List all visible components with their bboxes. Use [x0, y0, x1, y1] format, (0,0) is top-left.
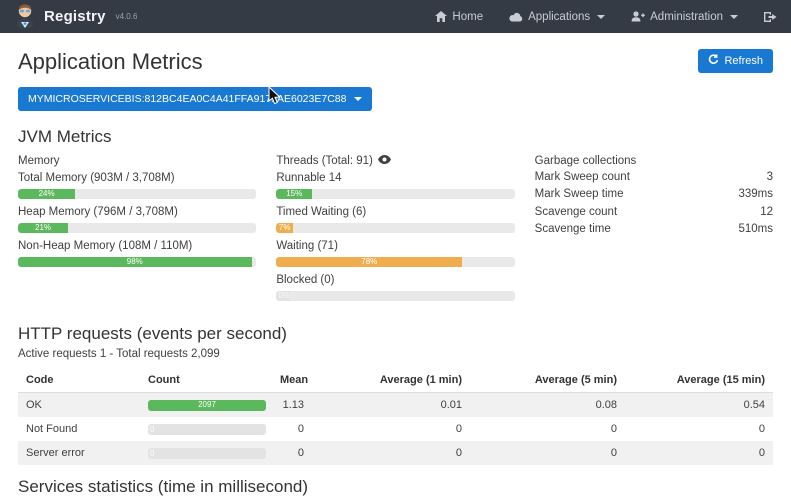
table-row-server-error: Server error 0 0 0 0 0 — [18, 441, 773, 465]
refresh-button[interactable]: Refresh — [698, 49, 773, 73]
col-header-count: Count — [140, 368, 272, 393]
col-header-avg15: Average (15 min) — [625, 368, 773, 393]
gc-row-mark-sweep-count: Mark Sweep count3 — [535, 169, 773, 186]
user-plus-icon — [631, 11, 645, 22]
col-header-mean: Mean — [272, 368, 312, 393]
metric-nonheap-memory: Non-Heap Memory (108M / 110M) 98% — [18, 240, 256, 267]
eye-icon[interactable] — [378, 155, 391, 167]
metric-total-memory: Total Memory (903M / 3,708M) 24% — [18, 172, 256, 199]
home-icon — [435, 11, 447, 22]
gc-row-scavenge-time: Scavenge time510ms — [535, 221, 773, 238]
chevron-down-icon — [354, 97, 362, 101]
page-title: Application Metrics — [18, 49, 203, 75]
runnable-progressbar: 15% — [276, 189, 514, 199]
app-version: v4.0.6 — [116, 12, 138, 21]
metric-waiting: Waiting (71) 78% — [276, 240, 514, 267]
jhipster-avatar-logo — [14, 2, 36, 31]
memory-column: Memory Total Memory (903M / 3,708M) 24% … — [18, 155, 256, 308]
http-requests-table: Code Count Mean Average (1 min) Average … — [18, 368, 773, 465]
chevron-down-icon — [597, 15, 605, 19]
nonheap-memory-progressbar: 98% — [18, 257, 256, 267]
jvm-metrics-title: JVM Metrics — [18, 127, 773, 147]
metric-timed-waiting: Timed Waiting (6) 7% — [276, 206, 514, 233]
col-header-avg5: Average (5 min) — [470, 368, 625, 393]
instance-selector-dropdown[interactable]: MYMICROSERVICEBIS:812BC4EA0C4A41FFA9179A… — [18, 87, 372, 111]
threads-title: Threads (Total: 91) — [276, 155, 373, 167]
chevron-down-icon — [730, 15, 738, 19]
table-row-ok: OK 2097 1.13 0.01 0.08 0.54 — [18, 393, 773, 418]
cloud-icon — [509, 12, 523, 22]
nav-item-applications[interactable]: Applications — [509, 11, 605, 23]
threads-column: Threads (Total: 91) Runnable 14 15% Time… — [276, 155, 514, 308]
metric-heap-memory: Heap Memory (796M / 3,708M) 21% — [18, 206, 256, 233]
refresh-icon — [708, 54, 719, 68]
nav-item-home[interactable]: Home — [435, 11, 483, 23]
heap-memory-progressbar: 21% — [18, 223, 256, 233]
gc-title: Garbage collections — [535, 155, 773, 167]
garbage-collections-column: Garbage collections Mark Sweep count3 Ma… — [535, 155, 773, 308]
col-header-avg1: Average (1 min) — [312, 368, 470, 393]
metric-runnable: Runnable 14 15% — [276, 172, 514, 199]
http-requests-subtitle: Active requests 1 - Total requests 2,099 — [18, 348, 773, 360]
blocked-progressbar: 0% — [276, 291, 514, 301]
waiting-progressbar: 78% — [276, 257, 514, 267]
jvm-metrics-grid: Memory Total Memory (903M / 3,708M) 24% … — [18, 155, 773, 308]
navbar: Registry v4.0.6 Home Applications Admini — [0, 0, 791, 33]
nav-item-administration[interactable]: Administration — [631, 11, 738, 23]
total-memory-progressbar: 24% — [18, 189, 256, 199]
http-requests-title: HTTP requests (events per second) — [18, 324, 773, 344]
metric-blocked: Blocked (0) 0% — [276, 274, 514, 301]
services-statistics-title: Services statistics (time in millisecond… — [18, 477, 773, 497]
table-row-not-found: Not Found 0 0 0 0 0 — [18, 417, 773, 441]
gc-row-mark-sweep-time: Mark Sweep time339ms — [535, 186, 773, 203]
sign-out-icon — [764, 11, 777, 23]
server-error-count-bar: 0 — [148, 448, 266, 459]
not-found-count-bar: 0 — [148, 424, 266, 435]
timed-waiting-progressbar: 7% — [276, 223, 514, 233]
brand[interactable]: Registry v4.0.6 — [14, 2, 137, 31]
ok-count-bar: 2097 — [148, 400, 266, 411]
sign-out-button[interactable] — [764, 11, 777, 23]
col-header-code: Code — [18, 368, 140, 393]
gc-row-scavenge-count: Scavenge count12 — [535, 204, 773, 221]
app-title: Registry — [44, 8, 106, 25]
memory-title: Memory — [18, 155, 256, 167]
